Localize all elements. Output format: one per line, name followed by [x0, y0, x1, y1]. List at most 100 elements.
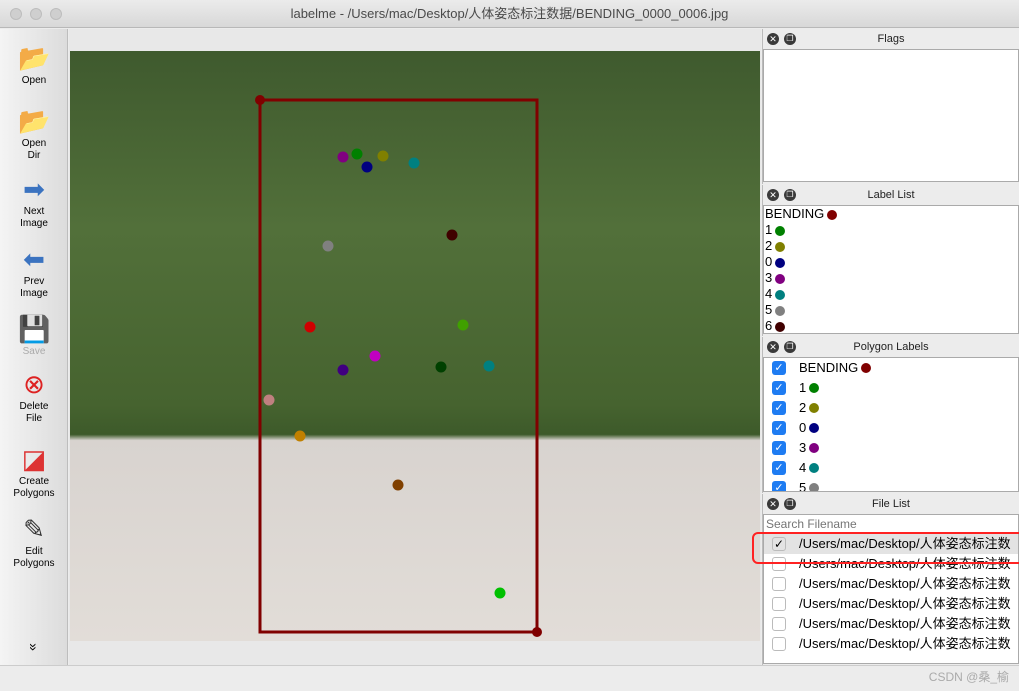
- annotation-overlay[interactable]: [69, 29, 761, 665]
- float-icon[interactable]: ❐: [784, 341, 796, 353]
- toolbar-label: Save: [22, 346, 46, 357]
- label-list-item[interactable]: BENDING: [764, 206, 1018, 222]
- checkbox[interactable]: ✓: [772, 401, 786, 415]
- toolbar-label: Next Image: [20, 206, 48, 229]
- float-icon[interactable]: ❐: [784, 498, 796, 510]
- label-list-item[interactable]: 1: [764, 222, 1018, 238]
- panel-title: File List: [872, 498, 910, 510]
- checkbox[interactable]: [772, 637, 786, 651]
- image-canvas[interactable]: [69, 29, 761, 665]
- label-list-item[interactable]: 0: [764, 254, 1018, 270]
- folder-open-icon: 📂: [18, 106, 51, 136]
- label-list-item[interactable]: 4: [764, 286, 1018, 302]
- checkbox[interactable]: ✓: [772, 441, 786, 455]
- keypoint[interactable]: [337, 364, 349, 376]
- toolbar-label: Prev Image: [20, 276, 48, 299]
- label-color-dot: [809, 443, 820, 453]
- label-color-dot: [775, 305, 786, 316]
- close-icon[interactable]: ✕: [767, 189, 779, 201]
- keypoint[interactable]: [377, 150, 389, 162]
- keypoint[interactable]: [408, 157, 420, 169]
- toolbar-button-prev-image[interactable]: ⬅ Prev Image: [0, 244, 68, 300]
- keypoint[interactable]: [263, 394, 275, 406]
- toolbar-button-open-dir[interactable]: 📂 Open Dir: [0, 106, 68, 162]
- polygon-labels-list: ✓ BENDING ✓ 1 ✓ 2 ✓ 0 ✓ 3 ✓ 4 ✓ 5: [763, 357, 1019, 492]
- toolbar-button-open[interactable]: 📂 Open: [0, 43, 68, 87]
- file-list-item[interactable]: /Users/mac/Desktop/人体姿态标注数: [764, 634, 1018, 654]
- keypoint[interactable]: [435, 361, 447, 373]
- polygon-label-item[interactable]: ✓ 2: [764, 398, 1018, 418]
- arrow-left-icon: ⬅: [23, 244, 45, 274]
- bbox-vertex[interactable]: [255, 95, 265, 105]
- toolbar-label: Edit Polygons: [13, 546, 55, 569]
- label-text: 2: [765, 238, 773, 253]
- zoom-window-button[interactable]: [50, 8, 62, 20]
- keypoint[interactable]: [294, 430, 306, 442]
- checkbox[interactable]: ✓: [772, 381, 786, 395]
- label-list-item[interactable]: 2: [764, 238, 1018, 254]
- keypoint[interactable]: [322, 240, 334, 252]
- checkbox[interactable]: [772, 577, 786, 591]
- polygon-label-item[interactable]: ✓ 5: [764, 478, 1018, 491]
- keypoint[interactable]: [392, 479, 404, 491]
- checkbox[interactable]: ✓: [772, 421, 786, 435]
- window-controls[interactable]: [10, 8, 62, 20]
- label-color-dot: [775, 241, 786, 252]
- file-list-item[interactable]: /Users/mac/Desktop/人体姿态标注数: [764, 574, 1018, 594]
- toolbar-label: Delete File: [19, 401, 49, 424]
- keypoint[interactable]: [494, 587, 506, 599]
- keypoint[interactable]: [369, 350, 381, 362]
- bbox-bending[interactable]: [258, 98, 539, 634]
- checkbox[interactable]: ✓: [772, 461, 786, 475]
- keypoint[interactable]: [457, 319, 469, 331]
- polygon-label-item[interactable]: ✓ 4: [764, 458, 1018, 478]
- keypoint[interactable]: [304, 321, 316, 333]
- float-icon[interactable]: ❐: [784, 33, 796, 45]
- keypoint[interactable]: [446, 229, 458, 241]
- label-list-panel: ✕ ❐ Label List BENDING 1 2 0 3 4 5 6: [762, 185, 1019, 336]
- toolbar-label: Create Polygons: [13, 476, 55, 499]
- minimize-window-button[interactable]: [30, 8, 42, 20]
- file-list-item[interactable]: /Users/mac/Desktop/人体姿态标注数: [764, 594, 1018, 614]
- toolbar-button-edit-polygons[interactable]: ✎ Edit Polygons: [0, 514, 68, 570]
- keypoint[interactable]: [483, 360, 495, 372]
- keypoint[interactable]: [351, 148, 363, 160]
- label-text: 0: [765, 254, 773, 269]
- polygon-label-item[interactable]: ✓ 0: [764, 418, 1018, 438]
- toolbar-button-next-image[interactable]: ➡ Next Image: [0, 174, 68, 230]
- checkbox[interactable]: ✓: [772, 361, 786, 375]
- keypoint[interactable]: [337, 151, 349, 163]
- flags-list: [763, 49, 1019, 182]
- watermark: CSDN @桑_榆: [928, 670, 1009, 684]
- panel-title: Label List: [867, 189, 915, 201]
- polygon-labels-panel: ✕ ❐ Polygon Labels ✓ BENDING ✓ 1 ✓ 2 ✓ 0 ✓ 3 ✓ 4 ✓ 5: [762, 337, 1019, 493]
- label-color-dot: [809, 403, 820, 413]
- panel-title: Polygon Labels: [853, 341, 929, 353]
- toolbar-button-save[interactable]: 💾 Save: [0, 314, 68, 358]
- float-icon[interactable]: ❐: [784, 189, 796, 201]
- label-list: BENDING 1 2 0 3 4 5 6: [763, 205, 1019, 334]
- highlight-annotation: [752, 532, 1019, 564]
- close-icon[interactable]: ✕: [767, 33, 779, 45]
- checkbox[interactable]: [772, 597, 786, 611]
- window-title: labelme - /Users/mac/Desktop/人体姿态标注数据/BE…: [290, 6, 729, 21]
- polygon-label-item[interactable]: ✓ 3: [764, 438, 1018, 458]
- checkbox[interactable]: ✓: [772, 481, 786, 491]
- close-icon[interactable]: ✕: [767, 498, 779, 510]
- toolbar-button-delete-file[interactable]: ⊗ Delete File: [0, 369, 68, 425]
- label-list-item[interactable]: 6: [764, 318, 1018, 333]
- close-icon[interactable]: ✕: [767, 341, 779, 353]
- close-window-button[interactable]: [10, 8, 22, 20]
- checkbox[interactable]: [772, 617, 786, 631]
- keypoint[interactable]: [361, 161, 373, 173]
- bbox-vertex[interactable]: [532, 627, 542, 637]
- panel-title: Flags: [877, 33, 905, 45]
- label-list-item[interactable]: 3: [764, 270, 1018, 286]
- polygon-label-item[interactable]: ✓ 1: [764, 378, 1018, 398]
- search-filename-input[interactable]: [764, 515, 1018, 533]
- toolbar-button-create-polygons[interactable]: ◪ Create Polygons: [0, 444, 68, 500]
- file-list-item[interactable]: /Users/mac/Desktop/人体姿态标注数: [764, 614, 1018, 634]
- polygon-label-item[interactable]: ✓ BENDING: [764, 358, 1018, 378]
- label-text: 6: [765, 318, 773, 333]
- label-list-item[interactable]: 5: [764, 302, 1018, 318]
